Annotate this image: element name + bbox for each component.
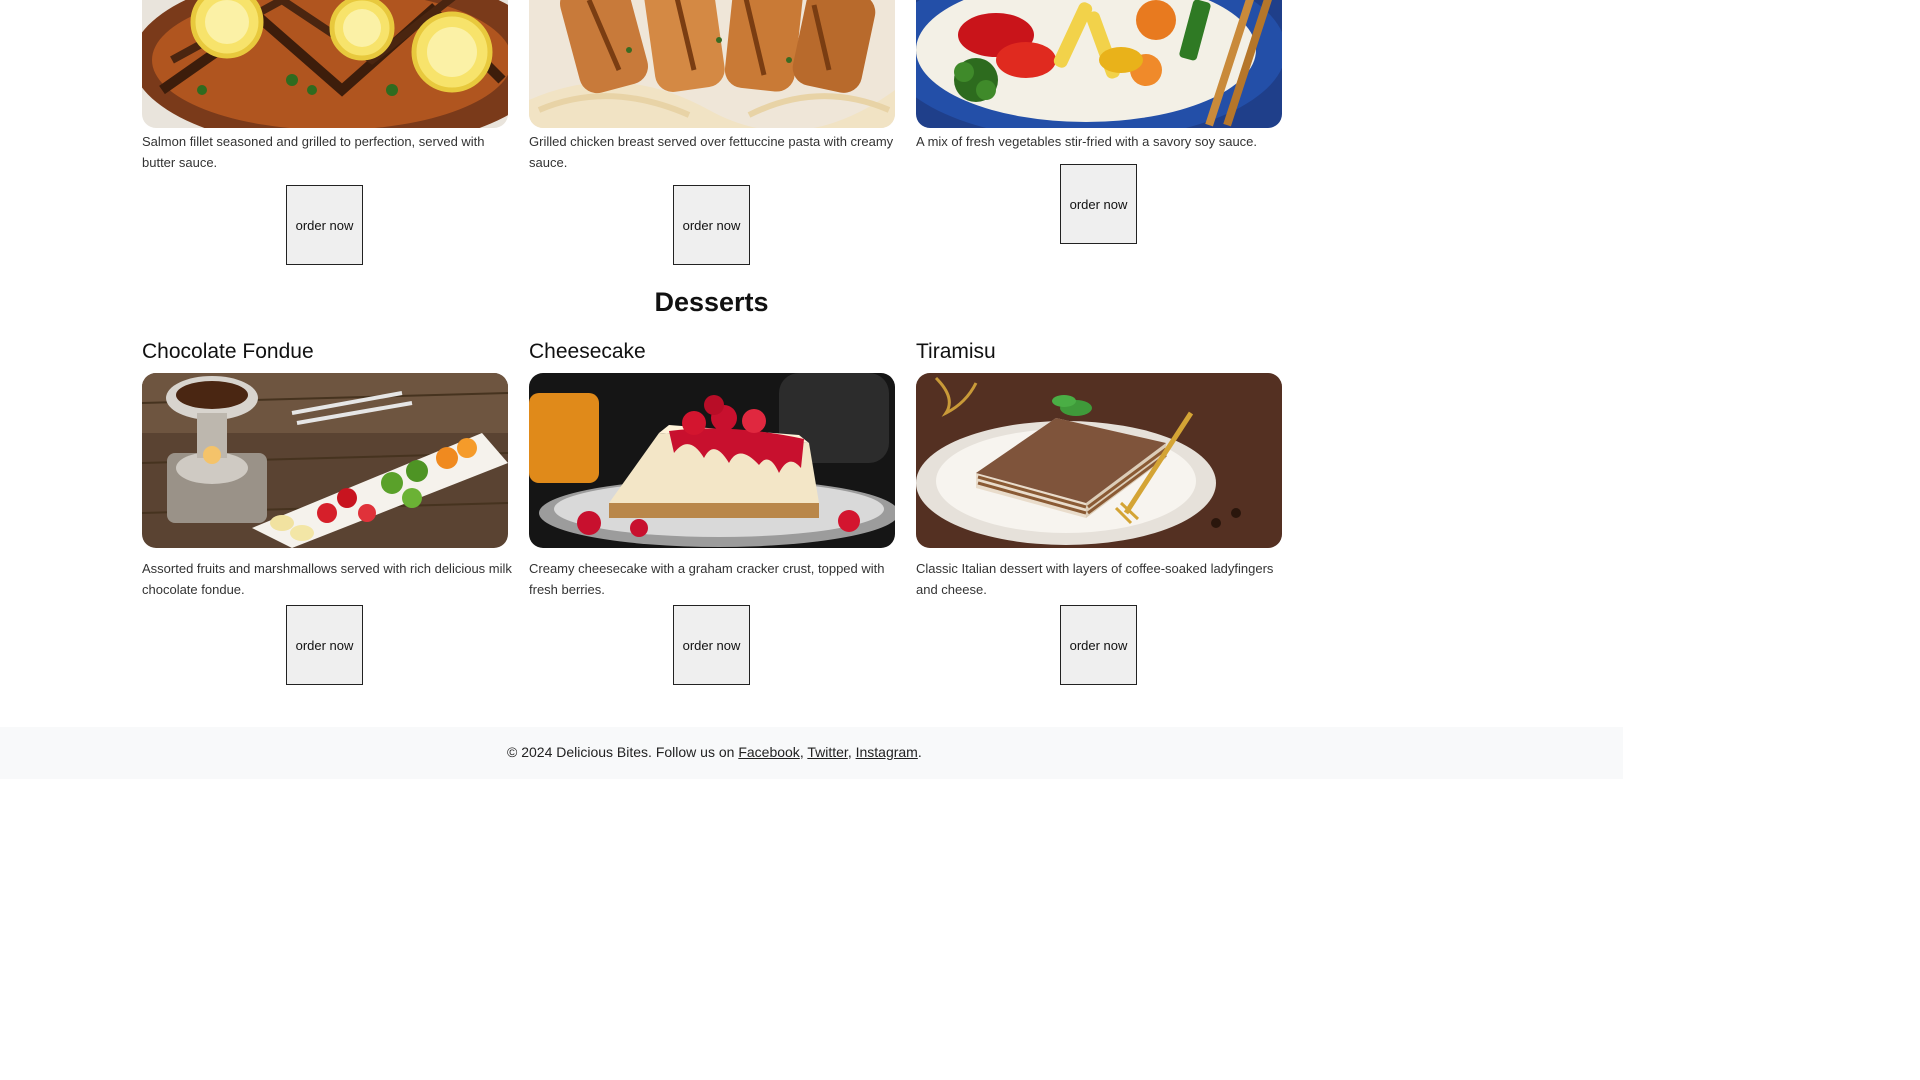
- tiramisu-image: [916, 373, 1282, 548]
- order-now-button[interactable]: order now: [286, 605, 363, 685]
- instagram-link[interactable]: Instagram: [856, 744, 918, 760]
- menu-card-description: A mix of fresh vegetables stir-fried wit…: [916, 134, 1258, 149]
- menu-card-description: Salmon fillet seasoned and grilled to pe…: [142, 134, 485, 170]
- page-footer: © 2024 Delicious Bites. Follow us on Fac…: [0, 727, 1623, 779]
- menu-item-title: Tiramisu: [916, 340, 996, 363]
- menu-item-title: Chocolate Fondue: [142, 340, 314, 363]
- footer-end: .: [917, 744, 922, 760]
- chocolate-fondue-image: [142, 373, 508, 548]
- order-now-button[interactable]: order now: [1060, 605, 1137, 685]
- menu-card-description: Creamy cheesecake with a graham cracker …: [529, 561, 885, 597]
- menu-item-title: Cheesecake: [529, 340, 646, 363]
- menu-card-description: Assorted fruits and marshmallows served …: [142, 561, 512, 597]
- order-now-button[interactable]: order now: [673, 605, 750, 685]
- section-heading-desserts: Desserts: [654, 287, 769, 317]
- menu-page: Salmon fillet seasoned and grilled to pe…: [0, 0, 1920, 1080]
- menu-card-description: Classic Italian dessert with layers of c…: [916, 561, 1274, 597]
- grilled-salmon-image: [142, 0, 508, 128]
- twitter-link[interactable]: Twitter: [807, 744, 847, 760]
- cheesecake-image: [529, 373, 895, 548]
- order-now-button[interactable]: order now: [673, 185, 750, 265]
- footer-separator: ,: [799, 744, 804, 760]
- facebook-link[interactable]: Facebook: [738, 744, 799, 760]
- footer-separator: ,: [847, 744, 852, 760]
- vegetable-stir-fry-image: [916, 0, 1282, 128]
- chicken-fettuccine-image: [529, 0, 895, 128]
- order-now-button[interactable]: order now: [1060, 164, 1137, 244]
- footer-copyright: © 2024 Delicious Bites. Follow us on: [507, 744, 735, 760]
- menu-card-description: Grilled chicken breast served over fettu…: [529, 134, 894, 170]
- footer-text: © 2024 Delicious Bites. Follow us on Fac…: [507, 744, 922, 760]
- order-now-button[interactable]: order now: [286, 185, 363, 265]
